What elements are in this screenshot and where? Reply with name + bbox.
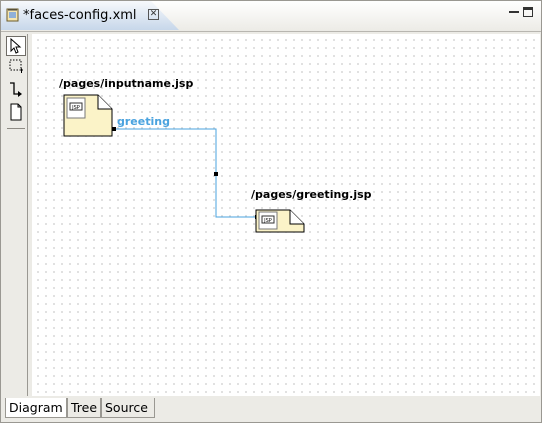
connection-icon: [10, 82, 22, 97]
svg-text:JSP: JSP: [71, 105, 80, 111]
navigation-rule-label[interactable]: greeting: [117, 115, 170, 128]
editor-title-bar: *faces-config.xml ✕: [1, 1, 541, 32]
palette-divider: [7, 128, 25, 129]
node-label-inputname[interactable]: /pages/inputname.jsp: [59, 77, 193, 90]
page-tool[interactable]: [6, 102, 26, 122]
faces-config-file-icon: [6, 8, 19, 22]
close-icon[interactable]: ✕: [148, 9, 159, 20]
jsp-page-icon: JSP: [258, 211, 278, 230]
node-label-greeting[interactable]: /pages/greeting.jsp: [251, 188, 372, 201]
link-bend-handle: [214, 172, 218, 176]
page-icon: [10, 103, 22, 121]
marquee-icon: [9, 59, 23, 73]
marquee-tool[interactable]: [6, 56, 26, 76]
palette: [5, 34, 28, 396]
arrow-pointer-icon: [10, 38, 22, 54]
tab-faces-config[interactable]: *faces-config.xml ✕: [1, 1, 179, 30]
tab-tree[interactable]: Tree: [67, 398, 101, 418]
editor-bottom-tabs: Diagram Tree Source: [5, 397, 535, 419]
tab-title: *faces-config.xml: [23, 8, 137, 23]
minimize-icon[interactable]: [509, 7, 519, 13]
page-node-inputname: JSP: [63, 94, 113, 137]
select-tool[interactable]: [6, 36, 26, 56]
connection-tool[interactable]: [6, 80, 26, 100]
jsp-page-icon: JSP: [66, 97, 86, 119]
tab-source[interactable]: Source: [101, 398, 155, 418]
faces-config-editor: *faces-config.xml ✕ JSP JSP /pages/input…: [0, 0, 542, 423]
tab-diagram[interactable]: Diagram: [5, 398, 67, 418]
page-node-greeting: JSP: [255, 209, 305, 233]
greeting-link-path: [114, 128, 257, 218]
maximize-icon[interactable]: [523, 7, 533, 17]
svg-text:JSP: JSP: [263, 218, 272, 224]
link-source-handle: [112, 127, 116, 131]
diagram-canvas[interactable]: JSP JSP /pages/inputname.jsp greeting /p…: [32, 34, 540, 396]
